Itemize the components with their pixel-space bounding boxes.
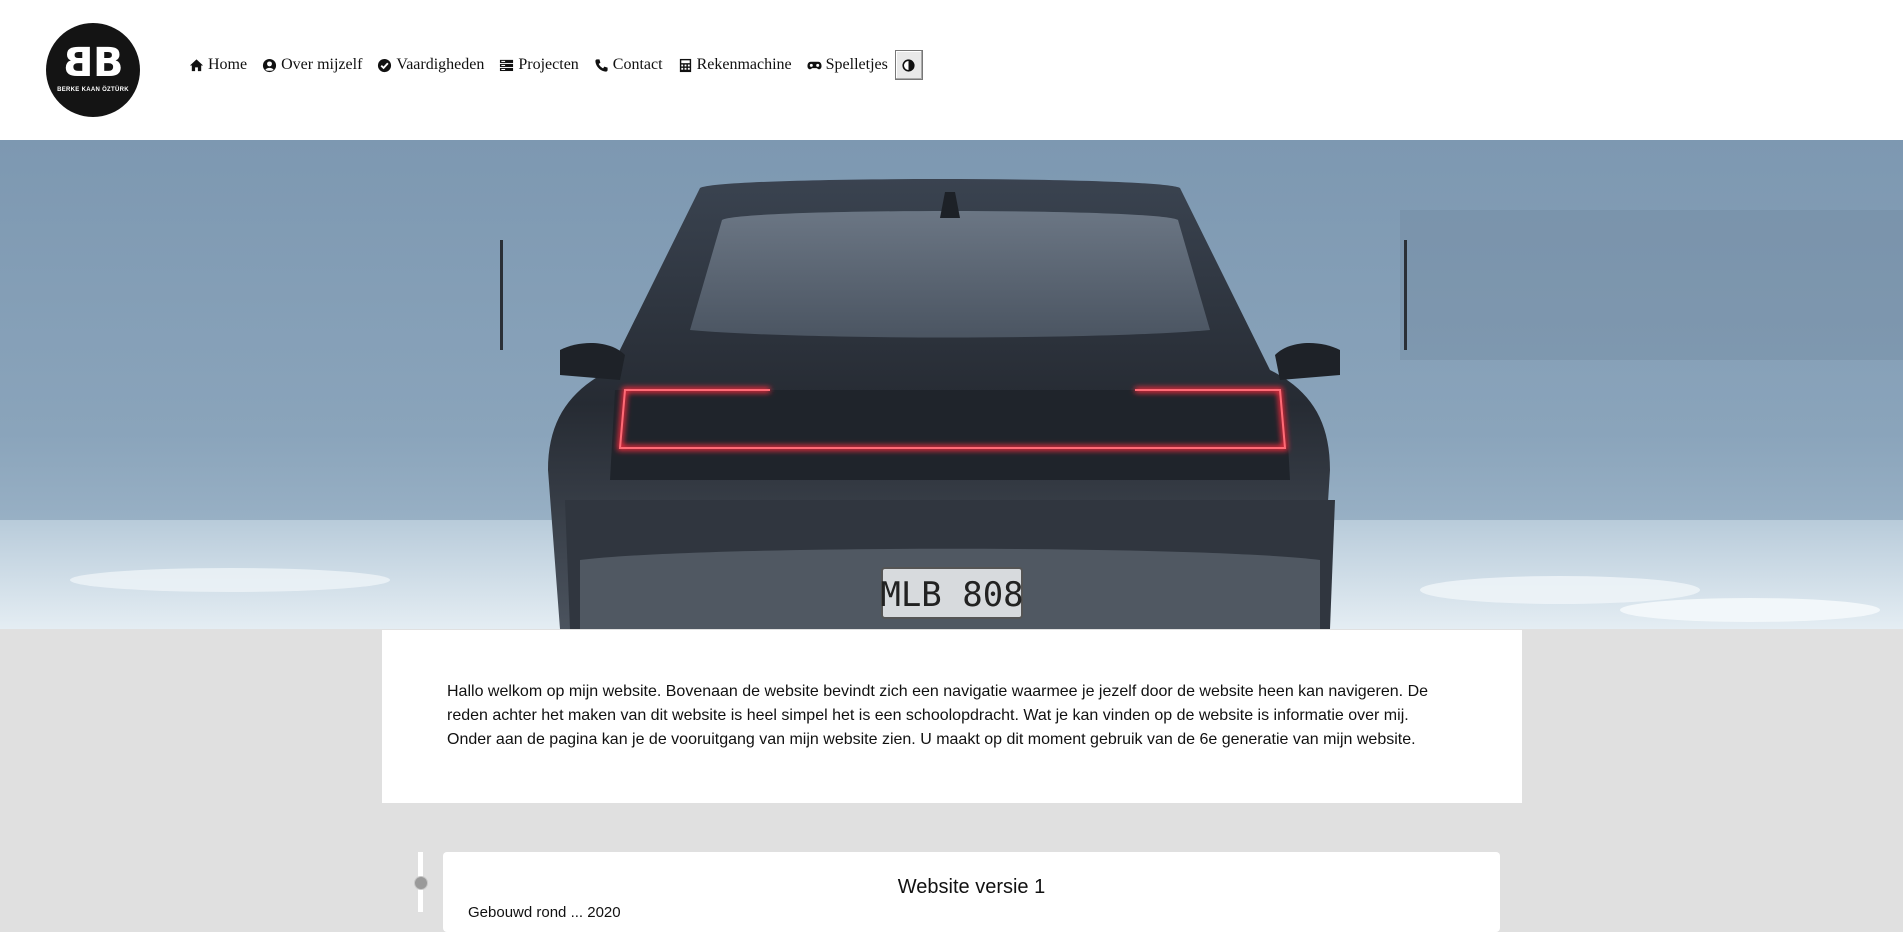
nav-item-label: Contact bbox=[612, 56, 663, 73]
timeline-card: Website versie 1 Gebouwd rond ... 2020 bbox=[443, 852, 1500, 932]
theme-toggle-button[interactable] bbox=[894, 50, 923, 80]
nav-item-contact[interactable]: Contact bbox=[594, 56, 663, 74]
nav-item-over-mijzelf[interactable]: Over mijzelf bbox=[262, 56, 362, 74]
check-circle-icon bbox=[378, 58, 392, 72]
contrast-icon bbox=[902, 58, 915, 72]
hero-image: MLB 808 bbox=[0, 140, 1903, 629]
intro-section: Hallo welkom op mijn website. Bovenaan d… bbox=[382, 630, 1522, 803]
nav-item-spelletjes[interactable]: Spelletjes bbox=[807, 56, 888, 74]
server-icon bbox=[500, 59, 514, 71]
logo-name: BERKE KAAN ÖZTÜRK bbox=[57, 87, 129, 93]
nav-item-label: Spelletjes bbox=[825, 56, 888, 73]
timeline-dot bbox=[414, 876, 428, 890]
nav-item-rekenmachine[interactable]: Rekenmachine bbox=[678, 56, 792, 74]
nav-item-projecten[interactable]: Projecten bbox=[499, 56, 579, 74]
intro-text: Hallo welkom op mijn website. Bovenaan d… bbox=[447, 683, 1429, 748]
license-plate: MLB 808 bbox=[880, 575, 1023, 615]
gamepad-icon bbox=[807, 61, 822, 69]
timeline-card-title: Website versie 1 bbox=[897, 876, 1046, 898]
nav-item-vaardigheden[interactable]: Vaardigheden bbox=[377, 56, 484, 74]
timeline-card-date: Gebouwd rond ... 2020 bbox=[468, 904, 621, 921]
logo-mark: BB bbox=[68, 40, 124, 86]
nav-item-home[interactable]: Home bbox=[189, 56, 247, 74]
site-logo[interactable]: BB BERKE KAAN ÖZTÜRK bbox=[46, 23, 140, 117]
main-navigation: Home Over mijzelf Vaardigheden Projecten… bbox=[189, 49, 923, 81]
phone-icon bbox=[595, 58, 608, 72]
calculator-icon bbox=[679, 58, 691, 72]
home-icon bbox=[189, 58, 204, 71]
nav-item-label: Rekenmachine bbox=[696, 56, 792, 73]
site-header: BB BERKE KAAN ÖZTÜRK Home Over mijzelf V… bbox=[0, 0, 1903, 140]
nav-item-label: Projecten bbox=[518, 56, 579, 73]
nav-item-label: Over mijzelf bbox=[281, 56, 363, 73]
nav-item-label: Home bbox=[208, 56, 248, 73]
nav-item-label: Vaardigheden bbox=[396, 56, 485, 73]
user-circle-icon bbox=[263, 58, 277, 72]
